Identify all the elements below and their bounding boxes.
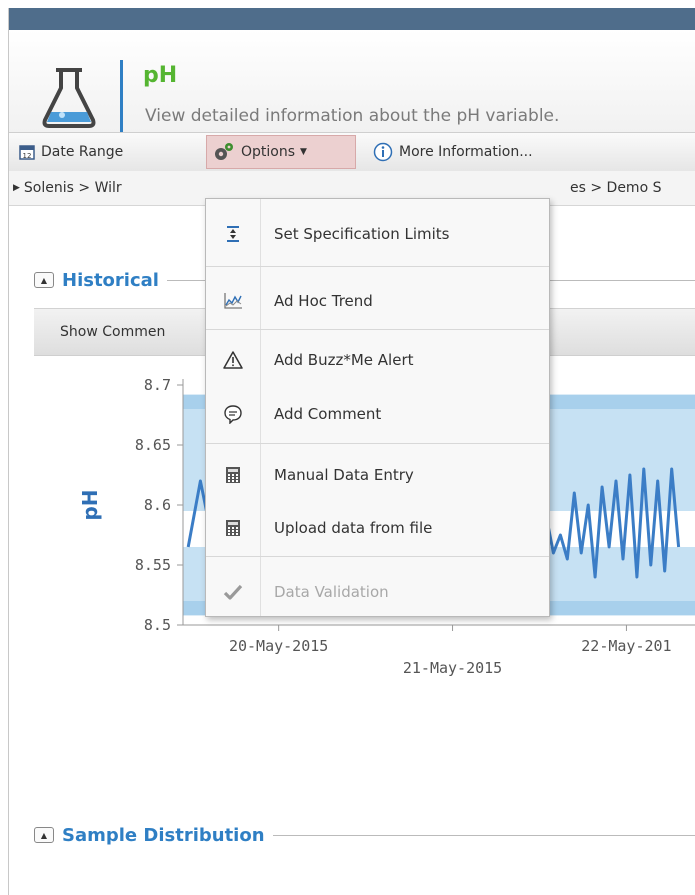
menu-separator [206, 329, 549, 330]
comment-icon [206, 404, 260, 424]
chevron-down-icon: ▼ [300, 147, 307, 157]
header-divider [120, 60, 123, 136]
trend-icon [206, 292, 260, 310]
top-bar [9, 8, 695, 30]
menu-item-data-validation: Data Validation [206, 569, 549, 615]
more-information-label: More Information... [399, 144, 533, 160]
breadcrumb-start[interactable]: Solenis > Wilr [24, 180, 122, 196]
date-range-button[interactable]: 12 Date Range [19, 133, 123, 171]
gear-icon [215, 143, 233, 160]
section-divider [272, 834, 695, 836]
menu-item-add-buzz-me-alert[interactable]: Add Buzz*Me Alert [206, 337, 549, 383]
menu-item-label: Add Buzz*Me Alert [274, 351, 414, 369]
menu-item-ad-hoc-trend[interactable]: Ad Hoc Trend [206, 278, 549, 324]
y-tick-label: 8.65 [135, 436, 171, 454]
options-menu: Set Specification Limits Ad Hoc Trend Add … [205, 198, 550, 617]
historical-title: Historical [62, 269, 159, 291]
page-title: pH [143, 63, 178, 88]
y-tick-label: 8.5 [144, 616, 171, 634]
calculator-icon [206, 519, 260, 537]
calendar-icon: 12 [19, 145, 35, 160]
menu-item-add-comment[interactable]: Add Comment [206, 391, 549, 437]
variable-header: pH View detailed information about the p… [9, 30, 695, 136]
sample-distribution-title: Sample Distribution [62, 824, 265, 846]
menu-item-manual-data-entry[interactable]: Manual Data Entry [206, 452, 549, 498]
x-tick-label: 22-May-201 [581, 637, 671, 655]
y-axis-label: pH [78, 489, 102, 520]
menu-separator [206, 556, 549, 557]
breadcrumb-end[interactable]: es > Demo S [570, 180, 661, 196]
show-comments-button[interactable]: Show Commen [60, 324, 165, 340]
menu-item-set-specification-limits[interactable]: Set Specification Limits [206, 211, 549, 257]
calculator-icon [206, 466, 260, 484]
spec-limits-icon [206, 225, 260, 243]
sample-distribution-section-header: ▲ Sample Distribution [9, 820, 695, 850]
date-range-label: Date Range [41, 144, 124, 160]
collapse-distribution-button[interactable]: ▲ [34, 827, 54, 843]
info-icon [373, 142, 393, 162]
menu-item-upload-data-from-file[interactable]: Upload data from file [206, 505, 549, 551]
collapse-historical-button[interactable]: ▲ [34, 272, 54, 288]
expand-triangle-icon[interactable]: ▶ [13, 183, 20, 193]
menu-item-label: Manual Data Entry [274, 466, 414, 484]
x-tick-label: 21-May-2015 [403, 659, 502, 677]
options-label: Options [241, 144, 296, 160]
menu-item-label: Ad Hoc Trend [274, 292, 373, 310]
checkmark-icon [206, 583, 260, 601]
more-information-button[interactable]: More Information... [373, 133, 533, 171]
flask-icon [42, 68, 96, 128]
y-tick-label: 8.55 [135, 556, 171, 574]
y-tick-label: 8.6 [144, 496, 171, 514]
menu-item-label: Data Validation [274, 583, 389, 601]
menu-item-label: Set Specification Limits [274, 225, 450, 243]
options-button[interactable]: Options ▼ [206, 135, 356, 169]
menu-separator [206, 266, 549, 267]
toolbar: 12 Date Range Options ▼ More Information… [9, 132, 695, 172]
y-tick-label: 8.7 [144, 376, 171, 394]
menu-item-label: Upload data from file [274, 519, 433, 537]
svg-text:12: 12 [23, 152, 32, 160]
menu-item-label: Add Comment [274, 405, 382, 423]
app-frame: pH View detailed information about the p… [8, 8, 695, 895]
x-tick-label: 20-May-2015 [229, 637, 328, 655]
warning-icon [206, 351, 260, 369]
menu-separator [206, 443, 549, 444]
page-subtitle: View detailed information about the pH v… [145, 106, 560, 126]
